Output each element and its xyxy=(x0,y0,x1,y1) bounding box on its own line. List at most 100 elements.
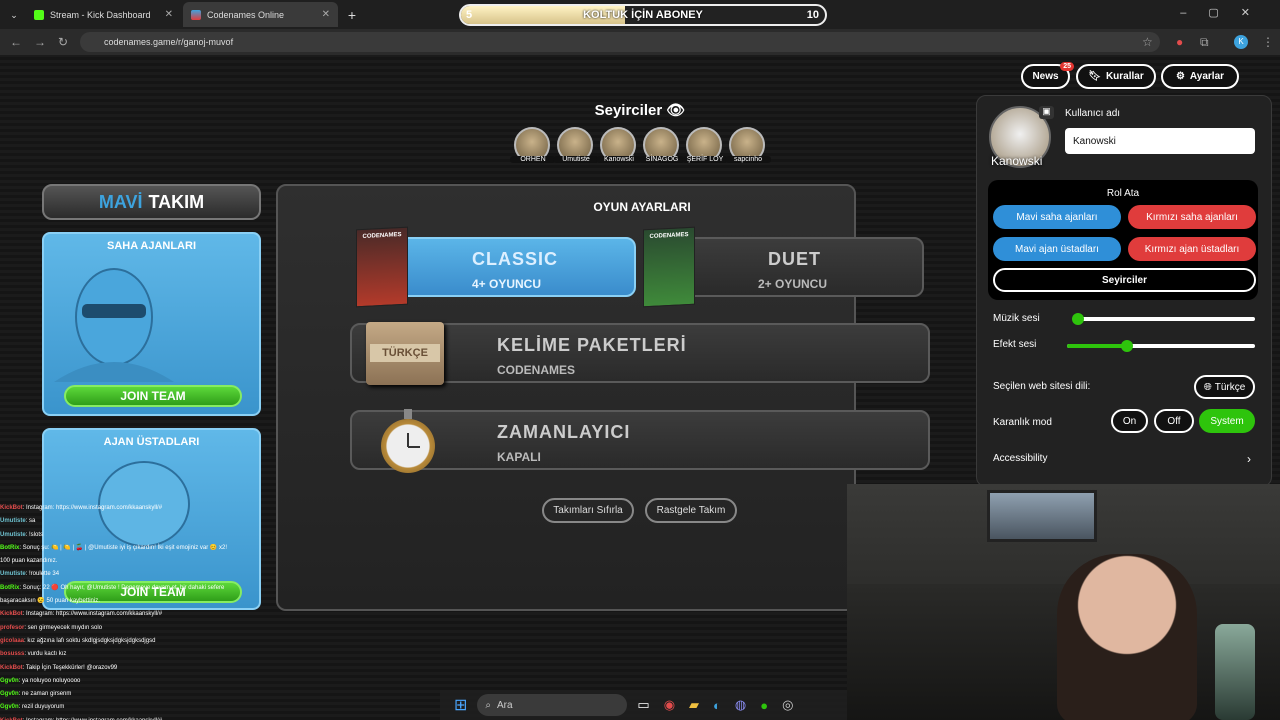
change-avatar-icon[interactable]: ▣ xyxy=(1039,106,1054,119)
slider-knob[interactable] xyxy=(1072,313,1085,325)
accessibility-label[interactable]: Accessibility xyxy=(993,453,1047,464)
news-button[interactable]: News 25 xyxy=(1021,62,1074,89)
rules-label: Kurallar xyxy=(1105,71,1144,82)
globe-icon: 🌐︎ xyxy=(1203,381,1212,393)
role-assign-box: Rol Ata Mavi saha ajanları Kırmızı saha … xyxy=(988,180,1258,300)
chat-message: KickBot: Instagram: https://www.instagra… xyxy=(0,715,340,720)
chat-text: : ya noluyoo noluyoooo xyxy=(18,677,81,684)
duet-mode-option[interactable]: DUET 2+ OYUNCU xyxy=(672,237,924,297)
slider-fill xyxy=(1067,344,1128,348)
obs-icon[interactable]: ◎ xyxy=(782,697,793,713)
window-controls[interactable]: –▢✕ xyxy=(1180,6,1272,19)
spectators-title-text: Seyirciler xyxy=(594,102,663,119)
blue-spymasters-role-button[interactable]: Mavi ajan üstadları xyxy=(993,237,1121,261)
dark-mode-on-button[interactable]: On xyxy=(1111,409,1148,433)
spectator-name: SİNAGOG xyxy=(639,156,685,163)
chat-text: : !slots xyxy=(25,531,44,538)
screen: { "browser": { "tabs": [ {"title": "Stre… xyxy=(0,0,1280,720)
extension-icon[interactable]: ● xyxy=(1176,35,1183,49)
file-explorer-icon[interactable]: ▰ xyxy=(689,697,699,713)
close-icon[interactable]: ✕ xyxy=(165,9,173,20)
chat-message: bosusss: vurdu kactı kız xyxy=(0,648,340,661)
spotify-icon[interactable]: ● xyxy=(760,698,768,713)
username-input[interactable]: Kanowski xyxy=(1065,128,1255,154)
blue-operatives-role-button[interactable]: Mavi saha ajanları xyxy=(993,205,1121,229)
chat-username: KickBot xyxy=(0,505,23,511)
windows-start-icon[interactable]: ⊞ xyxy=(454,695,467,715)
spectator-name: ŞERİF LOY xyxy=(682,156,728,163)
task-view-icon[interactable]: ▭ xyxy=(637,697,649,713)
chat-text: : Sonuç: 22 🔴 Oh hayır, @Umutiste ! Dene… xyxy=(19,584,225,591)
username-value: Kanowski xyxy=(1073,136,1116,147)
language-button[interactable]: 🌐︎ Türkçe xyxy=(1194,375,1255,399)
tab-codenames[interactable]: Codenames Online ✕ xyxy=(183,2,338,27)
chat-text: 100 puan kazandınız. xyxy=(0,558,58,565)
close-icon[interactable]: ✕ xyxy=(322,9,330,20)
chrome-icon[interactable]: ◉ xyxy=(664,697,675,713)
word-pack-language: TÜRKÇE xyxy=(370,344,440,362)
chat-username: Umutiste xyxy=(0,518,26,525)
effects-volume-label: Efekt sesi xyxy=(993,339,1037,350)
sub-goal-max: 10 xyxy=(806,9,819,21)
spectators-role-button[interactable]: Seyirciler xyxy=(993,268,1256,292)
tab-search-button[interactable]: ⌄ xyxy=(4,3,24,28)
streamer-figure xyxy=(1057,554,1197,720)
avatar-name: Kanowski xyxy=(991,154,1043,168)
classic-box-art: CODENAMES xyxy=(356,226,408,308)
chat-message: KickBot: Instagram: https://www.instagra… xyxy=(0,608,340,621)
taskbar-search[interactable]: ⌕ Ara xyxy=(477,694,628,716)
discord-icon[interactable]: ◍ xyxy=(735,697,746,713)
classic-sub: 4+ OYUNCU xyxy=(472,277,542,291)
url-field[interactable]: codenames.game/r/ganoj-muvof xyxy=(80,32,1160,52)
figurine xyxy=(1215,624,1255,720)
box-title: CODENAMES xyxy=(362,231,402,241)
timer-option[interactable]: ZAMANLAYICI KAPALI xyxy=(350,410,930,470)
stream-chat-overlay: KickBot: Instagram: https://www.instagra… xyxy=(0,502,340,720)
gear-icon: ⚙ xyxy=(1175,71,1185,82)
chat-message: Umutiste: !slots xyxy=(0,529,340,542)
forward-icon[interactable]: → xyxy=(34,35,46,49)
chat-text: : sen girmeyecek mıydın solo xyxy=(24,624,103,631)
chat-message: 100 puan kazandınız. xyxy=(0,555,340,568)
classic-mode-option[interactable]: CLASSIC 4+ OYUNCU xyxy=(384,237,636,297)
sub-goal-overlay: 5 KOLTUK İÇİN ABONEY 10 xyxy=(459,4,827,26)
chat-username: KickBot xyxy=(0,664,23,671)
tab-kick-dashboard[interactable]: Stream - Kick Dashboard ✕ xyxy=(26,2,181,27)
new-tab-button[interactable]: + xyxy=(342,2,362,27)
chevron-right-icon[interactable]: › xyxy=(1247,452,1251,466)
chat-username: KickBot xyxy=(0,611,23,618)
red-operatives-role-button[interactable]: Kırmızı saha ajanları xyxy=(1128,205,1256,229)
chat-text: : ne zaman girsenm xyxy=(18,691,72,698)
word-packs-label: KELİME PAKETLERİ xyxy=(497,335,687,355)
address-bar: ← → ↻ codenames.game/r/ganoj-muvof ☆ ● ⧉… xyxy=(0,29,1280,55)
effects-volume-slider[interactable] xyxy=(1067,340,1255,352)
word-packs-sub: CODENAMES xyxy=(497,363,576,377)
chat-message: KickBot: Instagram: https://www.instagra… xyxy=(0,502,340,515)
music-volume-slider[interactable] xyxy=(1072,313,1255,325)
join-team-button[interactable]: JOIN TEAM xyxy=(64,385,242,407)
kick-favicon-icon xyxy=(34,9,44,20)
random-team-button[interactable]: Rastgele Takım xyxy=(645,498,737,523)
dark-mode-system-button[interactable]: System xyxy=(1199,409,1255,433)
extensions-puzzle-icon[interactable]: ⧉ xyxy=(1200,35,1209,50)
chat-text: başaracaksın 😉 50 puan kaybettiniz. xyxy=(0,598,100,605)
red-spymasters-role-button[interactable]: Kırmızı ajan üstadları xyxy=(1128,237,1256,261)
chat-message: başaracaksın 😉 50 puan kaybettiniz. xyxy=(0,595,340,608)
window-background xyxy=(987,490,1097,542)
bookmark-star-icon[interactable]: ☆ xyxy=(1142,35,1153,49)
url-text: codenames.game/r/ganoj-muvof xyxy=(104,37,234,47)
settings-button[interactable]: ⚙ Ayarlar xyxy=(1161,64,1239,89)
tab-title: Stream - Kick Dashboard xyxy=(50,9,151,20)
slider-knob[interactable] xyxy=(1121,340,1134,352)
reset-teams-button[interactable]: Takımları Sıfırla xyxy=(542,498,634,523)
browser-menu-icon[interactable]: ⋮ xyxy=(1262,35,1274,49)
reload-icon[interactable]: ↻ xyxy=(58,35,68,49)
profile-avatar-icon[interactable]: K xyxy=(1234,35,1248,49)
rules-button[interactable]: 🔖︎ Kurallar xyxy=(1076,64,1156,89)
chat-username: Umutiste xyxy=(0,531,26,538)
dark-mode-label: Karanlık mod xyxy=(993,417,1052,428)
edge-icon[interactable]: ◐ xyxy=(713,698,721,713)
dark-mode-off-button[interactable]: Off xyxy=(1154,409,1194,433)
chat-message: Ggv0n: ya noluyoo noluyoooo xyxy=(0,675,340,688)
back-icon[interactable]: ← xyxy=(10,35,22,49)
